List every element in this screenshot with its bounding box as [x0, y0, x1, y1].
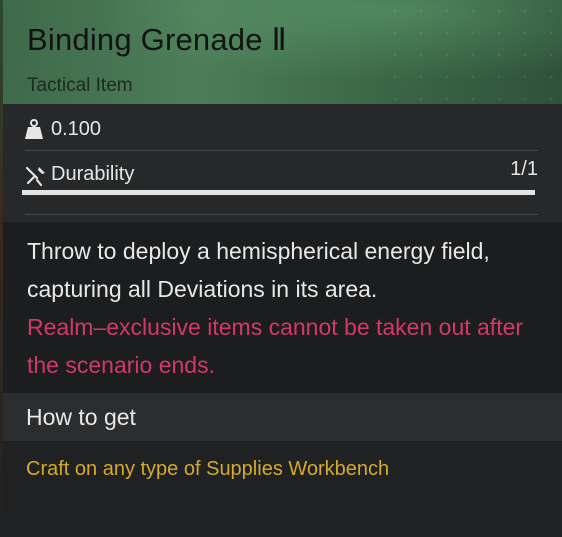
- item-name: Binding Grenade Ⅱ: [27, 22, 287, 57]
- durability-bar-fill: [22, 190, 535, 195]
- durability-label: Durability: [51, 163, 135, 185]
- item-description: Throw to deploy a hemispherical energy f…: [27, 238, 490, 302]
- stats-section: 0.100 Durability 1/1: [3, 104, 562, 222]
- weight-icon: [25, 119, 43, 139]
- how-to-get-header: How to get: [3, 393, 562, 441]
- how-to-get-body: [3, 441, 562, 537]
- header-pattern: [382, 0, 562, 104]
- tooltip-header: Binding Grenade Ⅱ Tactical Item: [3, 0, 562, 104]
- stats-divider-bottom: [25, 214, 538, 215]
- durability-value: 1/1: [510, 158, 538, 180]
- item-warning: Realm–exclusive items cannot be taken ou…: [27, 314, 524, 378]
- stats-divider: [25, 150, 538, 151]
- item-category: Tactical Item: [27, 75, 133, 96]
- item-tooltip: Binding Grenade Ⅱ Tactical Item 0.100 Du…: [0, 0, 562, 537]
- how-to-get-title: How to get: [26, 404, 136, 430]
- weight-row: 0.100: [25, 116, 101, 142]
- wrench-screwdriver-icon: [25, 166, 45, 187]
- item-description-block: Throw to deploy a hemispherical energy f…: [27, 232, 537, 384]
- acquisition-source: Craft on any type of Supplies Workbench: [26, 458, 390, 480]
- durability-row: Durability 1/1: [25, 158, 538, 188]
- durability-bar: [22, 190, 535, 195]
- weight-value: 0.100: [51, 117, 102, 140]
